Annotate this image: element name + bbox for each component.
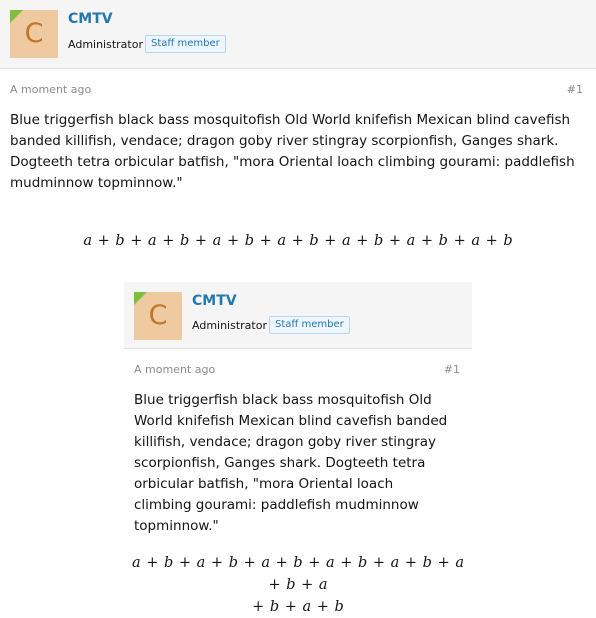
avatar-letter: C: [148, 300, 168, 331]
post-number-link[interactable]: #1: [444, 363, 460, 376]
online-indicator-icon: [10, 10, 23, 23]
post-body: Blue triggerfish black bass mosquitofish…: [134, 392, 448, 534]
post-time[interactable]: A moment ago: [10, 83, 91, 96]
post-header: C CMTV Administrator Staff member: [124, 282, 472, 349]
staff-badge: Staff member: [145, 35, 226, 53]
user-title: Administrator: [192, 319, 267, 332]
math-line-1: a + b + a + b + a + b + a + b + a + b + …: [83, 233, 513, 249]
staff-badge: Staff member: [269, 316, 350, 334]
user-avatar[interactable]: C: [134, 292, 182, 340]
math-expression: a + b + a + b + a + b + a + b + a + b + …: [0, 230, 596, 252]
post-narrow: C CMTV Administrator Staff member A mome…: [124, 282, 472, 615]
username-link[interactable]: CMTV: [192, 293, 237, 309]
post-wide: C CMTV Administrator Staff member A mome…: [0, 0, 596, 270]
math-line-2: + b + a + b: [252, 599, 344, 615]
math-line-1: a + b + a + b + a + b + a + b + a + b + …: [132, 555, 464, 593]
post-header: C CMTV Administrator Staff member: [0, 0, 596, 69]
post-body: Blue triggerfish black bass mosquitofish…: [10, 112, 575, 191]
username-link[interactable]: CMTV: [68, 11, 113, 27]
user-title: Administrator: [68, 38, 143, 51]
user-avatar[interactable]: C: [10, 10, 58, 58]
post-time[interactable]: A moment ago: [134, 363, 215, 376]
online-indicator-icon: [134, 292, 147, 305]
avatar-letter: C: [24, 18, 44, 49]
math-expression: a + b + a + b + a + b + a + b + a + b + …: [124, 552, 472, 618]
post-number-link[interactable]: #1: [567, 83, 583, 96]
